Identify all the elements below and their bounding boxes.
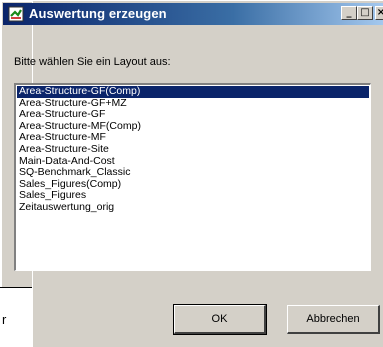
layout-list-item[interactable]: Zeitauswertung_orig (17, 201, 369, 214)
title-bar[interactable]: Auswertung erzeugen _ □ × (3, 3, 383, 25)
ok-button[interactable]: OK (173, 304, 267, 335)
layout-prompt-label: Bitte wählen Sie ein Layout aus: (14, 56, 171, 68)
layout-list-item[interactable]: SQ-Benchmark_Classic (17, 167, 369, 179)
close-button[interactable]: × (375, 6, 383, 20)
layout-list-item[interactable]: Area-Structure-Site (17, 143, 369, 156)
screen: r Auswertung erzeugen _ □ × Bitte wählen… (0, 0, 383, 347)
background-window-text: r (2, 312, 7, 327)
app-icon (8, 6, 24, 22)
background-window-edge (0, 287, 34, 288)
maximize-button[interactable]: □ (357, 6, 373, 20)
layout-list-item[interactable]: Area-Structure-GF(Comp) (17, 85, 369, 98)
dialog-title: Auswertung erzeugen (29, 6, 167, 21)
cancel-button[interactable]: Abbrechen (287, 305, 380, 334)
minimize-button[interactable]: _ (341, 6, 357, 20)
layout-listbox[interactable]: Area-Structure-GF(Comp) Area-Structure-GF… (14, 83, 371, 271)
